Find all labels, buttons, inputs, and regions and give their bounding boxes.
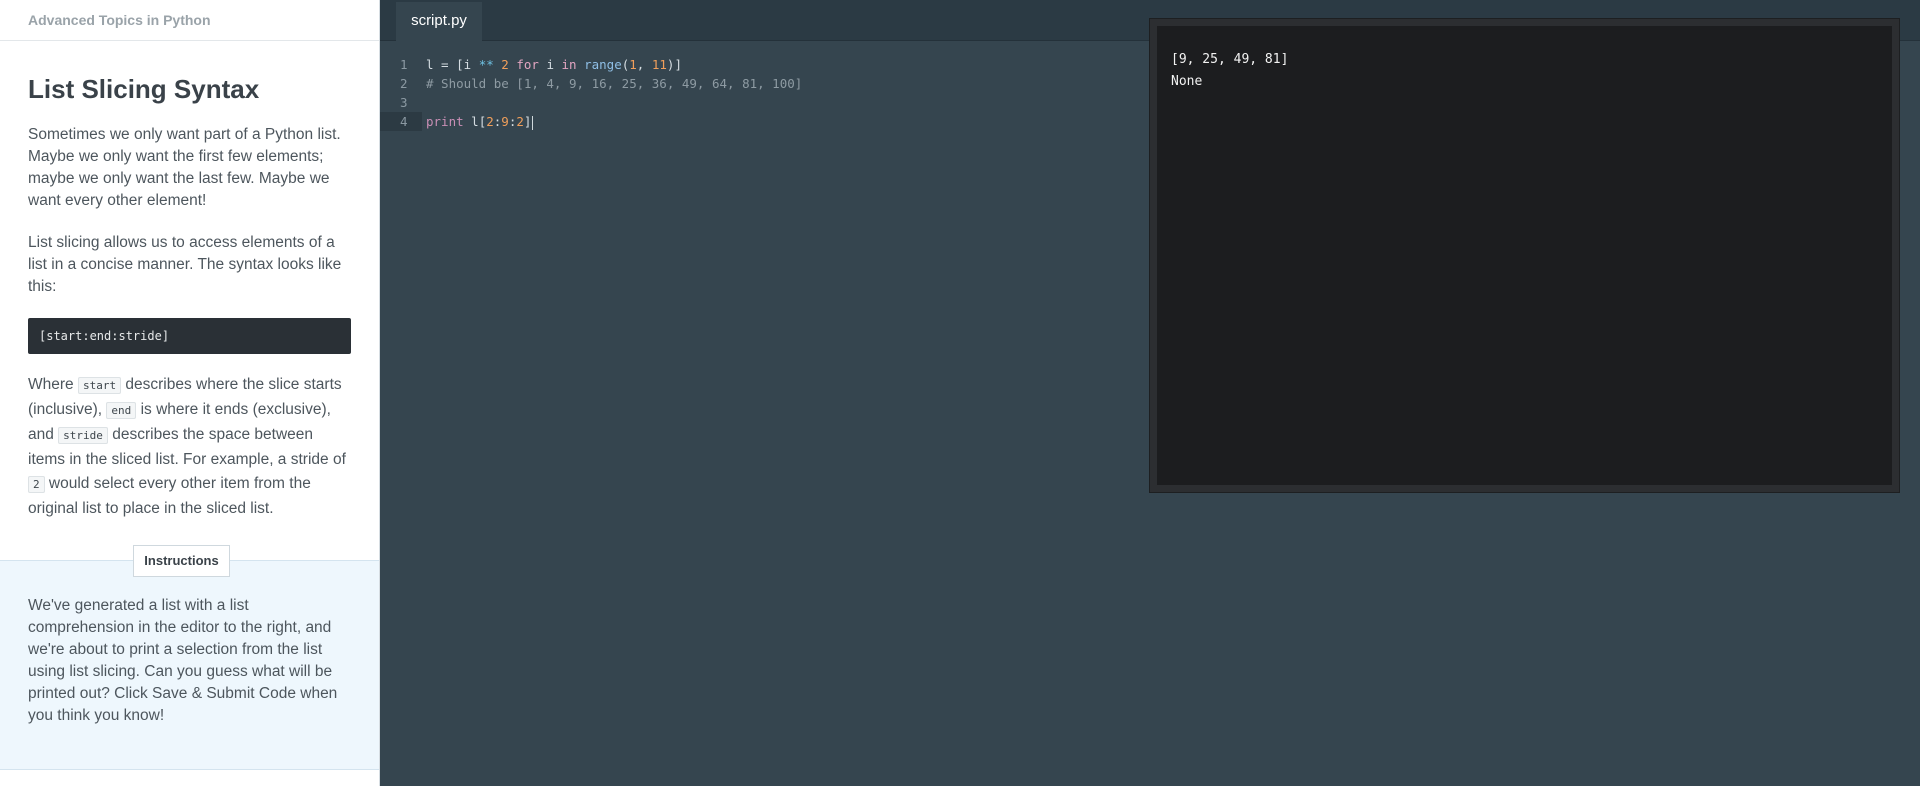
- inline-code-start: start: [77, 377, 122, 395]
- line-number: 1: [400, 57, 408, 72]
- course-title: Advanced Topics in Python: [0, 0, 379, 41]
- lesson-title: List Slicing Syntax: [28, 74, 260, 104]
- code-comment[interactable]: # Should be [1, 4, 9, 16, 25, 36, 49, 64…: [422, 74, 802, 93]
- code-editor: script.py 1l = [i ** 2 for i in range(1,…: [380, 0, 1920, 786]
- code-token: 2: [486, 114, 494, 129]
- inline-code-2: 2: [28, 476, 45, 494]
- code-token: 11: [651, 57, 667, 72]
- code-token: range: [584, 57, 622, 72]
- code-token: 1: [629, 57, 637, 72]
- line-number: 4: [380, 112, 422, 131]
- code-token: ,: [636, 57, 652, 72]
- paragraph-text: Where: [28, 376, 78, 394]
- code-line-1[interactable]: 1l = [i ** 2 for i in range(1, 11)]: [380, 55, 1140, 74]
- lesson-paragraph-3: Where start describes where the slice st…: [28, 373, 351, 521]
- code-token: 9: [501, 114, 509, 129]
- paragraph-text: would select every other item from the o…: [28, 475, 311, 518]
- lesson-paragraph-1: Sometimes we only want part of a Python …: [28, 126, 341, 210]
- code-token: **: [478, 57, 494, 72]
- instructions-tab[interactable]: Instructions: [133, 545, 230, 577]
- console-line: None: [1171, 74, 1203, 89]
- inline-code-stride: stride: [58, 427, 108, 445]
- console-line: [9, 25, 49, 81]: [1171, 52, 1289, 67]
- console-output-area[interactable]: [9, 25, 49, 81] None: [1157, 26, 1892, 485]
- code-token: for: [516, 57, 539, 72]
- code-token: l[: [463, 114, 487, 129]
- text-cursor: [532, 115, 534, 130]
- code-token: ]: [523, 114, 532, 129]
- code-token: 2: [501, 57, 509, 72]
- code-token: 2: [516, 114, 524, 129]
- code-token: print: [426, 114, 464, 129]
- line-number: 3: [400, 95, 408, 110]
- code-token: )]: [666, 57, 682, 72]
- line-number: 2: [400, 76, 408, 91]
- code-token: in: [561, 57, 577, 72]
- instructions-section: Instructions We've generated a list with…: [0, 545, 379, 770]
- output-console: [9, 25, 49, 81] None: [1149, 18, 1900, 493]
- code-text[interactable]: l = [i ** 2 for i in range(1, 11)]: [422, 55, 682, 74]
- code-line-4[interactable]: 4 print l[2:9:2]: [380, 112, 1140, 131]
- code-token: i: [538, 57, 562, 72]
- lesson-body: List Slicing Syntax Sometimes we only wa…: [0, 74, 379, 521]
- inline-code-end: end: [106, 402, 137, 420]
- syntax-code-block: [start:end:stride]: [28, 318, 351, 355]
- instructions-text: We've generated a list with a list compr…: [28, 597, 338, 724]
- code-line-2[interactable]: 2 # Should be [1, 4, 9, 16, 25, 36, 49, 6…: [380, 74, 1140, 93]
- code-text[interactable]: print l[2:9:2]: [422, 112, 534, 131]
- lesson-panel: Advanced Topics in Python List Slicing S…: [0, 0, 380, 786]
- code-line-3[interactable]: 3: [380, 93, 1140, 112]
- code-token: l = [i: [426, 57, 479, 72]
- code-area[interactable]: 1l = [i ** 2 for i in range(1, 11)] 2 # S…: [380, 55, 1140, 131]
- lesson-paragraph-2: List slicing allows us to access element…: [28, 234, 342, 296]
- tab-script-py[interactable]: script.py: [396, 2, 482, 41]
